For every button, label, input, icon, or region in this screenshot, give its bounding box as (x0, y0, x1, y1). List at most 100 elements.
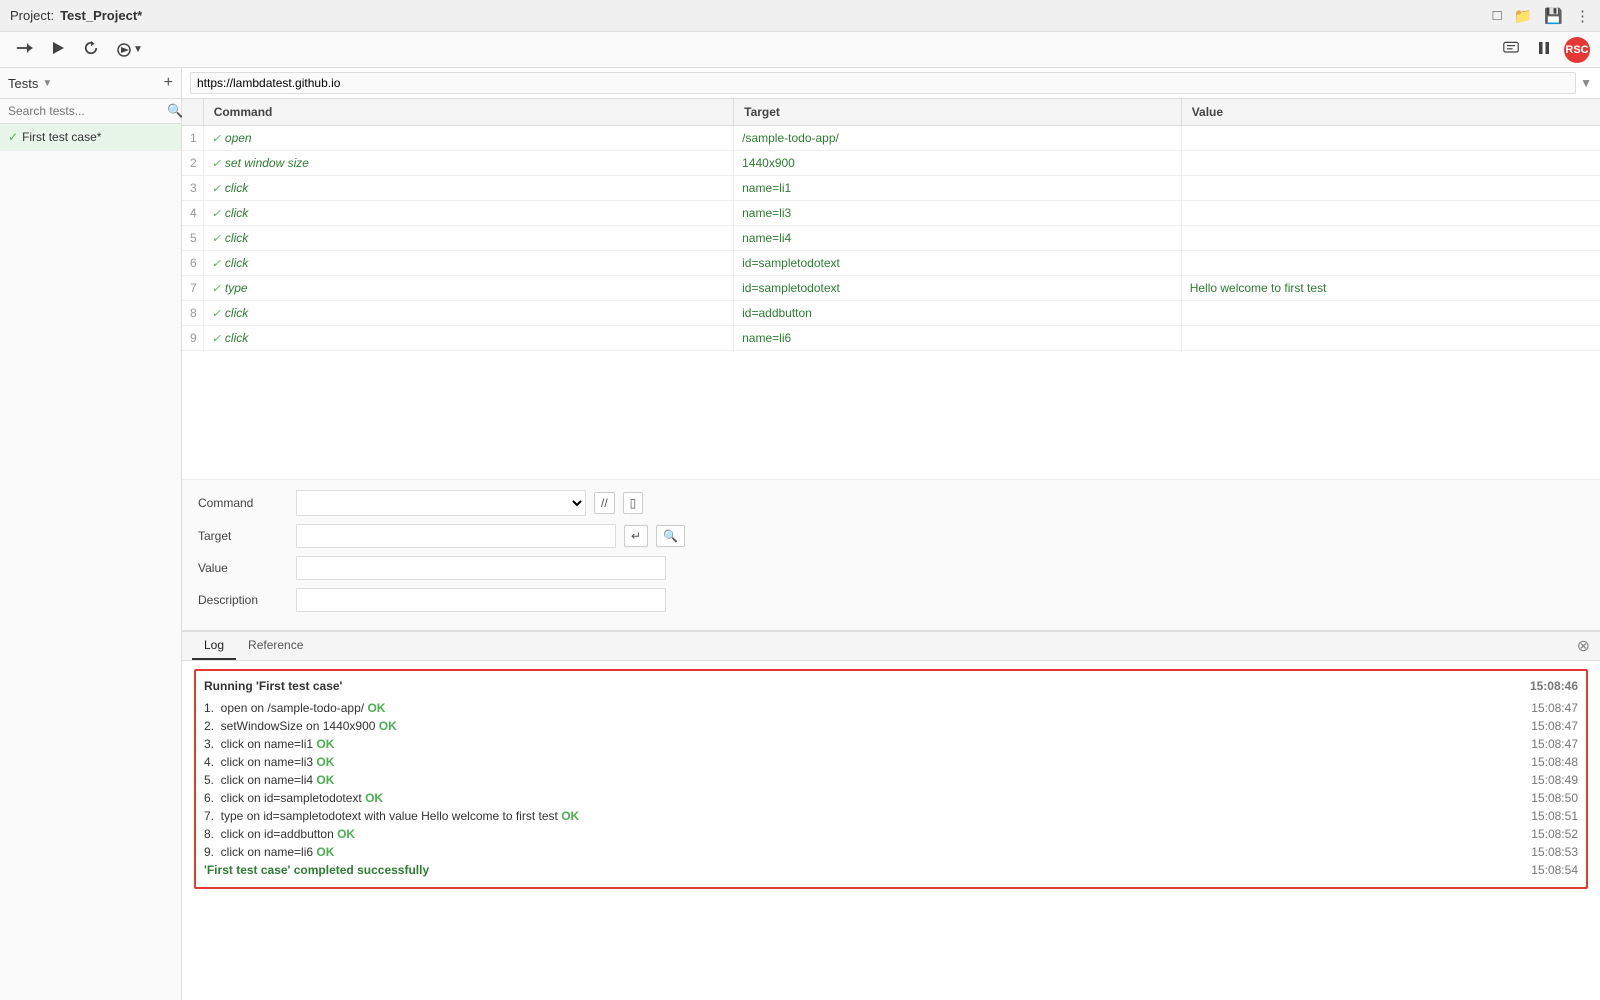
command-form: Command // ▯ Target ↵ 🔍 Value Descriptio… (182, 479, 1600, 630)
url-dropdown-icon[interactable]: ▼ (1580, 76, 1592, 90)
step-over-button[interactable] (10, 38, 38, 62)
row-command: ✓ click (203, 226, 733, 251)
log-success-text: 'First test case' completed successfully (204, 863, 429, 877)
run-button[interactable] (46, 38, 70, 62)
log-line-text: 3. click on name=li1 OK (204, 737, 334, 751)
row-number: 7 (182, 276, 203, 301)
row-target: name=li4 (734, 226, 1182, 251)
value-input[interactable] (296, 556, 666, 580)
log-line-time: 15:08:53 (1531, 845, 1578, 859)
log-line-time: 15:08:49 (1531, 773, 1578, 787)
log-line-time: 15:08:47 (1531, 719, 1578, 733)
row-target: name=li6 (734, 326, 1182, 351)
comment-button[interactable] (1498, 38, 1524, 62)
table-row[interactable]: 7 ✓ type id=sampletodotext Hello welcome… (182, 276, 1600, 301)
row-command: ✓ type (203, 276, 733, 301)
sidebar-title: Tests ▼ (8, 76, 52, 91)
row-number: 5 (182, 226, 203, 251)
table-row[interactable]: 6 ✓ click id=sampletodotext (182, 251, 1600, 276)
log-line: 4. click on name=li3 OK 15:08:48 (204, 753, 1578, 771)
log-line-time: 15:08:48 (1531, 755, 1578, 769)
col-value-header: Value (1181, 99, 1600, 126)
description-form-row: Description (198, 588, 1584, 612)
add-test-button[interactable]: + (164, 74, 173, 92)
log-ok-badge: OK (316, 845, 334, 859)
log-ok-badge: OK (316, 737, 334, 751)
pause-button[interactable] (1532, 38, 1556, 62)
copy-cmd-button[interactable]: ▯ (623, 492, 644, 514)
log-line-text: 4. click on name=li3 OK (204, 755, 334, 769)
table-header-row: Command Target Value (182, 99, 1600, 126)
log-line-text: 8. click on id=addbutton OK (204, 827, 355, 841)
target-search-button[interactable]: 🔍 (656, 525, 685, 547)
run-options-button[interactable]: ▼ (112, 40, 148, 60)
reset-button[interactable] (78, 38, 104, 62)
log-ok-badge: OK (316, 755, 334, 769)
row-number: 8 (182, 301, 203, 326)
description-input[interactable] (296, 588, 666, 612)
log-line: 8. click on id=addbutton OK 15:08:52 (204, 825, 1578, 843)
row-command: ✓ click (203, 201, 733, 226)
new-file-icon[interactable]: □ (1493, 7, 1502, 24)
log-line: 2. setWindowSize on 1440x900 OK 15:08:47 (204, 717, 1578, 735)
toolbar-right: RSC (1498, 37, 1590, 63)
search-icon: 🔍 (167, 103, 183, 119)
content-area: ▼ Command Target Value (182, 68, 1600, 1000)
dropdown-arrow-icon[interactable]: ▼ (42, 78, 52, 89)
row-command: ✓ click (203, 251, 733, 276)
target-select-button[interactable]: ↵ (624, 525, 648, 547)
more-options-icon[interactable]: ⋮ (1575, 7, 1590, 25)
log-line-time: 15:08:52 (1531, 827, 1578, 841)
table-row[interactable]: 8 ✓ click id=addbutton (182, 301, 1600, 326)
close-log-icon[interactable]: ⊗ (1577, 636, 1590, 656)
log-ok-badge: OK (561, 809, 579, 823)
test-check-icon: ✓ (8, 130, 18, 144)
target-form-row: Target ↵ 🔍 (198, 524, 1584, 548)
row-command: ✓ click (203, 301, 733, 326)
row-number: 1 (182, 126, 203, 151)
log-success-time: 15:08:54 (1531, 863, 1578, 877)
log-line: 7. type on id=sampletodotext with value … (204, 807, 1578, 825)
log-ok-badge: OK (367, 701, 385, 715)
log-line-text: 6. click on id=sampletodotext OK (204, 791, 383, 805)
main-layout: Tests ▼ + 🔍 ✓ First test case* ▼ (0, 68, 1600, 1000)
table-row[interactable]: 9 ✓ click name=li6 (182, 326, 1600, 351)
col-command-header: Command (203, 99, 733, 126)
save-icon[interactable]: 💾 (1544, 7, 1563, 25)
table-row[interactable]: 1 ✓ open /sample-todo-app/ (182, 126, 1600, 151)
row-value (1181, 301, 1600, 326)
table-row[interactable]: 4 ✓ click name=li3 (182, 201, 1600, 226)
table-row[interactable]: 5 ✓ click name=li4 (182, 226, 1600, 251)
log-ok-badge: OK (379, 719, 397, 733)
table-row[interactable]: 3 ✓ click name=li1 (182, 176, 1600, 201)
row-value (1181, 326, 1600, 351)
tab-log[interactable]: Log (192, 632, 236, 660)
sidebar-header: Tests ▼ + (0, 68, 181, 99)
row-target: id=sampletodotext (734, 276, 1182, 301)
toolbar: ▼ RSC (0, 32, 1600, 68)
table-row[interactable]: 2 ✓ set window size 1440x900 (182, 151, 1600, 176)
row-value (1181, 226, 1600, 251)
row-value: Hello welcome to first test (1181, 276, 1600, 301)
test-item-first[interactable]: ✓ First test case* (0, 124, 181, 151)
row-target: name=li3 (734, 201, 1182, 226)
row-target: /sample-todo-app/ (734, 126, 1182, 151)
open-folder-icon[interactable]: 📁 (1514, 7, 1533, 25)
row-number: 9 (182, 326, 203, 351)
log-ok-badge: OK (365, 791, 383, 805)
search-input[interactable] (8, 104, 163, 118)
row-number: 2 (182, 151, 203, 176)
target-input[interactable] (296, 524, 616, 548)
url-input[interactable] (190, 72, 1576, 94)
row-target: id=sampletodotext (734, 251, 1182, 276)
log-line-text: 7. type on id=sampletodotext with value … (204, 809, 579, 823)
row-number: 3 (182, 176, 203, 201)
command-select[interactable] (296, 490, 586, 516)
log-ok-badge: OK (316, 773, 334, 787)
col-target-header: Target (734, 99, 1182, 126)
comment-cmd-button[interactable]: // (594, 492, 615, 514)
tab-reference[interactable]: Reference (236, 632, 315, 660)
col-num (182, 99, 203, 126)
avatar[interactable]: RSC (1564, 37, 1590, 63)
project-name: Test_Project* (60, 8, 142, 23)
